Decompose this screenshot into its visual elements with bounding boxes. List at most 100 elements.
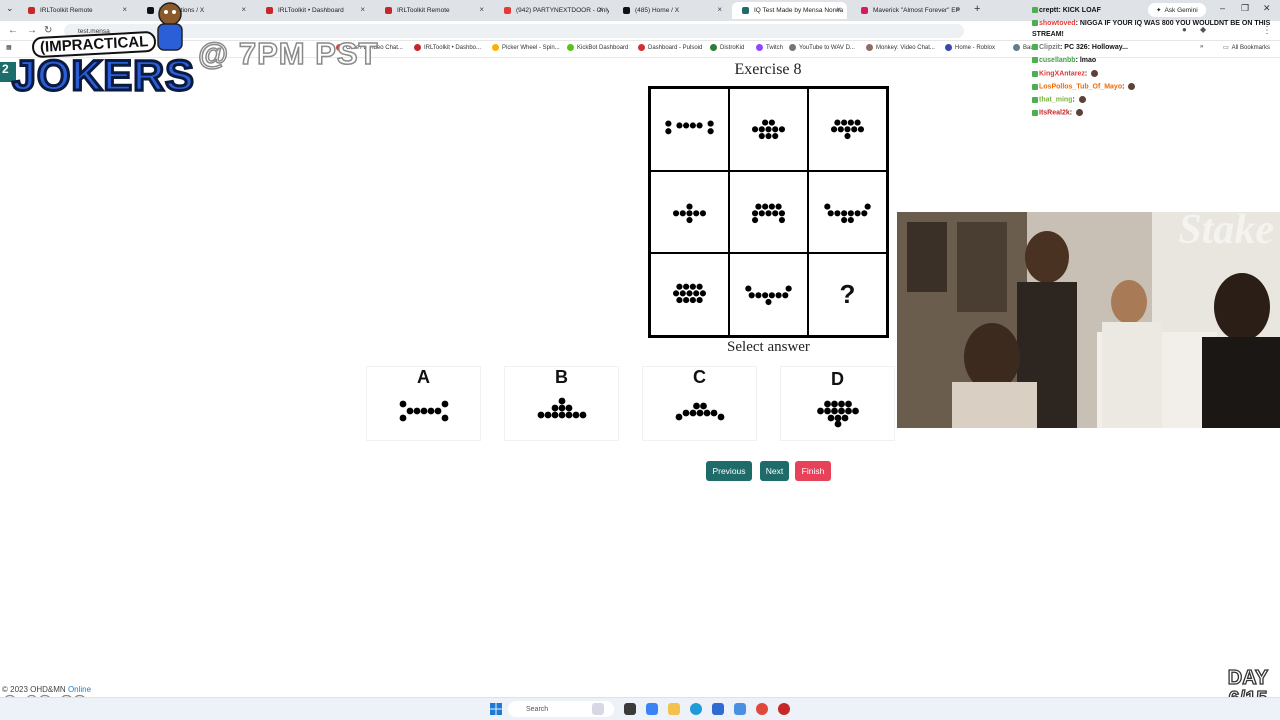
tab-close-icon[interactable]: × xyxy=(836,5,841,14)
bookmark-item[interactable]: YouTube to WAV D... xyxy=(789,44,855,51)
dot xyxy=(676,283,683,291)
tab-close-icon[interactable]: × xyxy=(955,5,960,14)
dot xyxy=(565,411,573,419)
chat-overlay: creptt: KICK LOAF showtoved: NIGGA IF YOU… xyxy=(1030,0,1270,120)
finish-button[interactable]: Finish xyxy=(795,461,831,481)
dot-pattern-2 xyxy=(751,119,786,140)
chat-badge-icon xyxy=(1032,109,1038,116)
previous-button[interactable]: Previous xyxy=(706,461,752,481)
dot xyxy=(762,119,769,126)
restore-icon[interactable]: ❐ xyxy=(1241,3,1249,14)
bookmark-favicon-icon xyxy=(866,44,873,51)
answer-option-a[interactable]: A xyxy=(366,366,481,441)
dot xyxy=(854,209,861,217)
dot xyxy=(762,292,769,299)
tab-close-icon[interactable]: × xyxy=(479,5,484,14)
grid-cell-2 xyxy=(729,88,808,171)
dot xyxy=(852,407,859,415)
next-button[interactable]: Next xyxy=(760,461,789,481)
bookmark-label: KickBot Dashboard xyxy=(577,44,629,51)
app-icon[interactable] xyxy=(734,703,746,715)
grid-cell-7 xyxy=(650,253,729,336)
bookmark-favicon-icon xyxy=(945,44,952,51)
browser-tab[interactable]: IQ Test Made by Mensa Norwa × xyxy=(732,2,847,19)
bookmarks-overflow-icon[interactable]: » xyxy=(1200,44,1203,50)
chat-text: PC 326: Holloway... xyxy=(1064,44,1128,51)
dot xyxy=(772,209,779,217)
task-view-icon[interactable] xyxy=(624,703,636,715)
dot xyxy=(413,407,421,415)
answer-option-c[interactable]: C xyxy=(642,366,757,441)
chat-badge-icon xyxy=(1032,96,1038,103)
dot xyxy=(683,297,690,304)
grid-cell-6 xyxy=(808,170,887,254)
edge-icon[interactable] xyxy=(690,703,702,715)
chat-message: showtoved: NIGGA IF YOUR IQ WAS 800 YOU … xyxy=(1032,20,1270,28)
dot xyxy=(847,119,854,126)
webcam-sign-text: Stake xyxy=(1178,212,1274,253)
dot-pattern-5 xyxy=(751,203,786,223)
chrome-icon[interactable] xyxy=(756,703,768,715)
bookmark-item[interactable]: Monkey: Video Chat... xyxy=(866,44,935,51)
dot xyxy=(841,209,848,217)
tab-close-icon[interactable]: × xyxy=(717,5,722,14)
dot xyxy=(558,397,566,405)
chat-username: KingXAntarez xyxy=(1039,70,1085,78)
dot xyxy=(762,203,769,210)
bookmark-item[interactable]: KickBot Dashboard xyxy=(567,44,628,51)
browser-tab[interactable]: Maverick "Almost Forever" EP × xyxy=(851,2,966,19)
dot xyxy=(824,203,831,210)
close-window-icon[interactable]: ✕ xyxy=(1263,3,1271,14)
bookmark-item[interactable]: Picker Wheel - Spin... xyxy=(492,44,560,51)
widget-icon[interactable] xyxy=(592,703,604,715)
minimize-icon[interactable]: – xyxy=(1220,3,1225,13)
chat-badge-icon xyxy=(1032,20,1038,27)
dot xyxy=(775,292,782,299)
windows-start-icon[interactable] xyxy=(490,703,502,715)
answer-option-d[interactable]: D xyxy=(780,366,895,441)
tab-title: IRLToolkit • Dashboard xyxy=(278,7,344,14)
dot-pattern-4 xyxy=(672,203,707,223)
recording-app-icon[interactable] xyxy=(778,703,790,715)
browser-tab[interactable]: IRLToolkit • Dashboard × xyxy=(256,2,371,19)
bookmark-label: Monkey: Video Chat... xyxy=(876,44,935,51)
chat-emote-icon xyxy=(1091,70,1099,77)
chat-message: creptt: KICK LOAF xyxy=(1032,7,1101,15)
dot xyxy=(700,402,707,410)
file-explorer-icon[interactable] xyxy=(668,703,680,715)
chat-separator: : xyxy=(1069,109,1075,117)
dot xyxy=(844,132,851,140)
dot xyxy=(707,128,714,135)
copilot-icon[interactable] xyxy=(646,703,658,715)
browser-tab[interactable]: (942) PARTYNEXTDOOR - Only × xyxy=(494,2,609,19)
dot xyxy=(572,411,580,419)
bookmark-label: Picker Wheel - Spin... xyxy=(502,44,560,51)
bookmark-item[interactable]: Home - Roblox xyxy=(945,44,995,51)
bookmark-item[interactable]: Dashboard - Pulsoid xyxy=(638,44,702,51)
tab-close-icon[interactable]: × xyxy=(598,5,603,14)
select-answer-label: Select answer xyxy=(727,339,810,355)
dot xyxy=(748,292,755,299)
dot xyxy=(765,209,772,217)
chat-username: LosPollos_Tub_Of_Mayo xyxy=(1039,83,1123,91)
dot xyxy=(778,216,786,223)
browser-tab[interactable]: IRLToolkit Remote × xyxy=(375,2,490,19)
dot xyxy=(689,122,696,129)
store-icon[interactable] xyxy=(712,703,724,715)
day-label: DAY xyxy=(1227,667,1269,689)
dot xyxy=(778,126,786,133)
bookmark-item[interactable]: DistroKid xyxy=(710,44,744,51)
tab-close-icon[interactable]: × xyxy=(241,5,246,14)
chat-username: that_ming xyxy=(1039,96,1073,104)
bookmark-item[interactable]: IRLToolkit • Dashbo... xyxy=(414,44,481,51)
tab-favicon-icon xyxy=(623,7,630,14)
new-tab-button[interactable]: + xyxy=(974,3,980,15)
bookmark-item[interactable]: Twitch xyxy=(756,44,783,51)
grid-cell-3 xyxy=(808,88,887,171)
browser-tab[interactable]: (485) Home / X × xyxy=(613,2,728,19)
tab-title: (485) Home / X xyxy=(635,7,680,14)
dot xyxy=(427,407,435,415)
tab-close-icon[interactable]: × xyxy=(360,5,365,14)
answer-option-b[interactable]: B xyxy=(504,366,619,441)
all-bookmarks-button[interactable]: ▭ All Bookmarks xyxy=(1223,44,1270,52)
